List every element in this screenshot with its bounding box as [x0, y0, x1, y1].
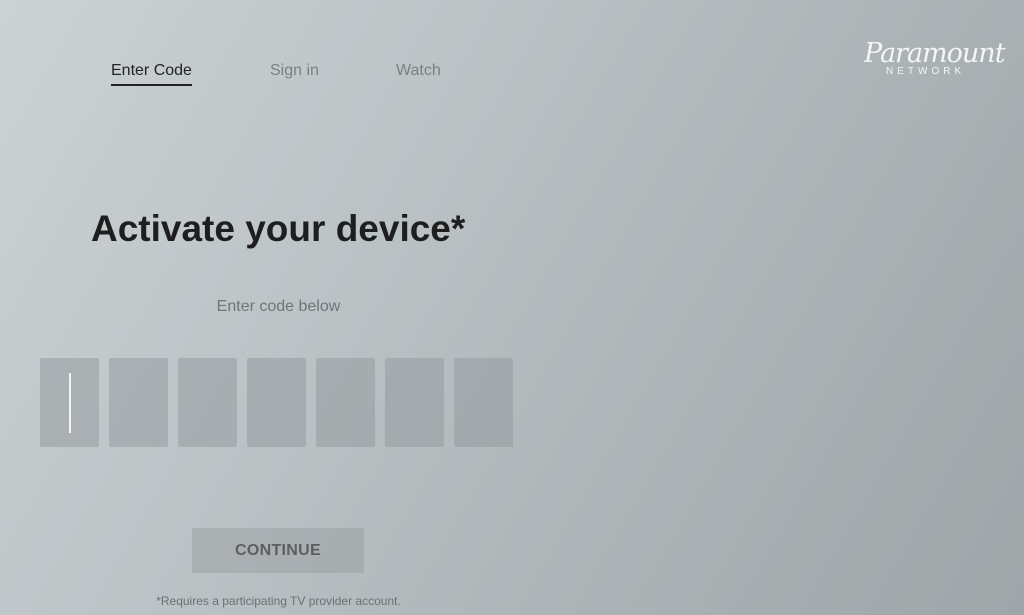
code-digit-2[interactable] — [109, 358, 168, 447]
code-digit-5[interactable] — [316, 358, 375, 447]
code-digit-6[interactable] — [385, 358, 444, 447]
activation-code-input — [40, 358, 513, 447]
logo-wordmark: Paramount — [864, 38, 1006, 69]
nav-tab-enter-code[interactable]: Enter Code — [111, 62, 192, 86]
paramount-network-logo[interactable]: Paramount NETWORK — [864, 38, 1006, 78]
continue-button[interactable]: CONTINUE — [192, 528, 364, 573]
nav-tab-sign-in[interactable]: Sign in — [270, 62, 319, 84]
code-digit-1[interactable] — [40, 358, 99, 447]
code-instruction: Enter code below — [216, 298, 341, 315]
nav-tab-watch[interactable]: Watch — [396, 62, 441, 84]
code-digit-3[interactable] — [178, 358, 237, 447]
code-digit-7[interactable] — [454, 358, 513, 447]
code-digit-4[interactable] — [247, 358, 306, 447]
page-title: Activate your device* — [91, 208, 466, 249]
text-caret — [69, 373, 71, 433]
provider-footnote: *Requires a participating TV provider ac… — [156, 594, 401, 608]
